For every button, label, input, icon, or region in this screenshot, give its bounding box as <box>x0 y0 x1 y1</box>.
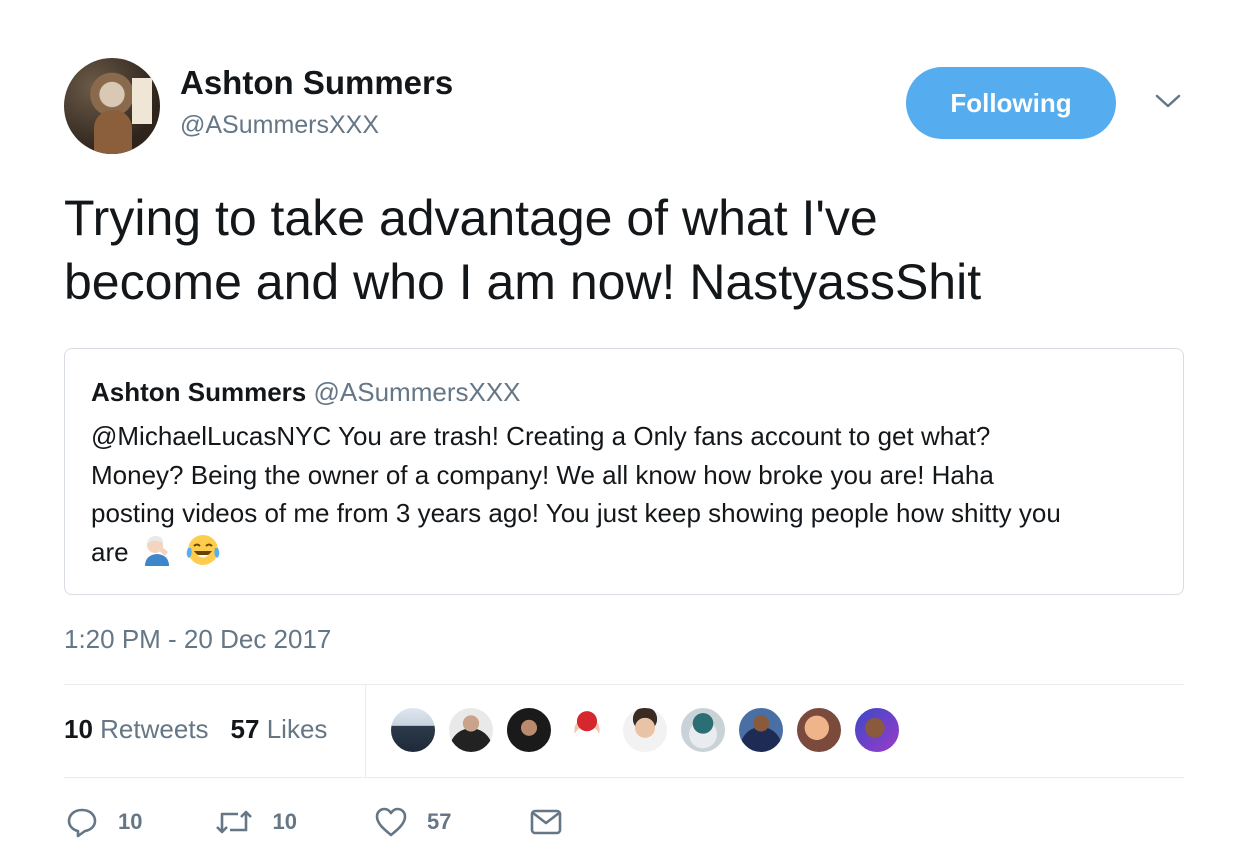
stats-divider <box>365 685 366 777</box>
likes-stat[interactable]: 57 Likes <box>231 714 328 745</box>
divider <box>64 684 1184 685</box>
liker-avatar[interactable] <box>795 706 843 754</box>
tweet-actions: 10 10 57 <box>64 804 563 840</box>
divider <box>64 777 1184 778</box>
author-name[interactable]: Ashton Summers <box>180 64 453 102</box>
avatar-figure <box>94 110 132 154</box>
quoted-author-handle: @ASummersXXX <box>313 377 521 407</box>
like-action[interactable]: 57 <box>373 804 451 840</box>
author-handle[interactable]: @ASummersXXX <box>180 111 379 140</box>
liker-avatar[interactable] <box>737 706 785 754</box>
quoted-tweet[interactable]: Ashton Summers @ASummersXXX @MichaelLuca… <box>64 348 1184 595</box>
liker-avatar[interactable] <box>505 706 553 754</box>
envelope-icon <box>531 809 562 835</box>
engagement-stats: 10 Retweets 57 Likes <box>64 714 327 745</box>
like-count: 57 <box>426 809 452 834</box>
author-avatar[interactable] <box>64 58 160 154</box>
reply-count: 10 <box>118 809 143 834</box>
retweets-stat[interactable]: 10 Retweets <box>64 714 209 745</box>
retweet-action[interactable]: 10 <box>214 804 297 840</box>
liker-avatar[interactable] <box>447 706 495 754</box>
facepalm-emoji-icon <box>144 535 169 566</box>
tweet-text: Trying to take advantage of what I've be… <box>64 186 1184 314</box>
heart-icon <box>375 807 407 837</box>
quoted-text-line: posting videos of me from 3 years ago! Y… <box>91 498 1061 528</box>
likes-label: Likes <box>266 714 328 744</box>
liker-avatar[interactable] <box>621 706 669 754</box>
tweet-text-line: become and who I am now! NastyassShit <box>64 254 982 310</box>
chevron-down-icon[interactable] <box>1154 90 1182 112</box>
reply-action[interactable]: 10 <box>64 804 142 840</box>
direct-message-action[interactable] <box>529 807 563 837</box>
avatar-background <box>132 78 152 124</box>
reply-icon <box>67 808 97 838</box>
liker-avatar[interactable] <box>853 706 901 754</box>
quoted-author-name: Ashton Summers <box>91 377 307 407</box>
liker-avatar[interactable] <box>679 706 727 754</box>
quoted-text-line-last: are <box>91 533 1161 572</box>
following-button[interactable]: Following <box>906 67 1116 139</box>
likes-count: 57 <box>230 714 260 744</box>
retweets-label: Retweets <box>100 714 209 744</box>
tweet-text-line: Trying to take advantage of what I've <box>64 190 878 246</box>
quoted-text-line: @MichaelLucasNYC You are trash! Creating… <box>91 421 991 451</box>
liker-avatars <box>389 706 911 754</box>
retweets-count: 10 <box>64 714 93 744</box>
retweet-icon <box>216 810 253 834</box>
liker-avatar[interactable] <box>389 706 437 754</box>
liker-avatar[interactable] <box>563 706 611 754</box>
quoted-tweet-text: @MichaelLucasNYC You are trash! Creating… <box>91 417 1161 571</box>
retweet-count: 10 <box>272 809 297 834</box>
quoted-text-line: are <box>91 536 129 567</box>
tweet-timestamp[interactable]: 1:20 PM - 20 Dec 2017 <box>64 624 331 655</box>
tears-of-joy-emoji-icon <box>186 534 220 565</box>
quoted-text-line: Money? Being the owner of a company! We … <box>91 459 994 490</box>
quoted-tweet-header: Ashton Summers @ASummersXXX <box>91 377 521 408</box>
